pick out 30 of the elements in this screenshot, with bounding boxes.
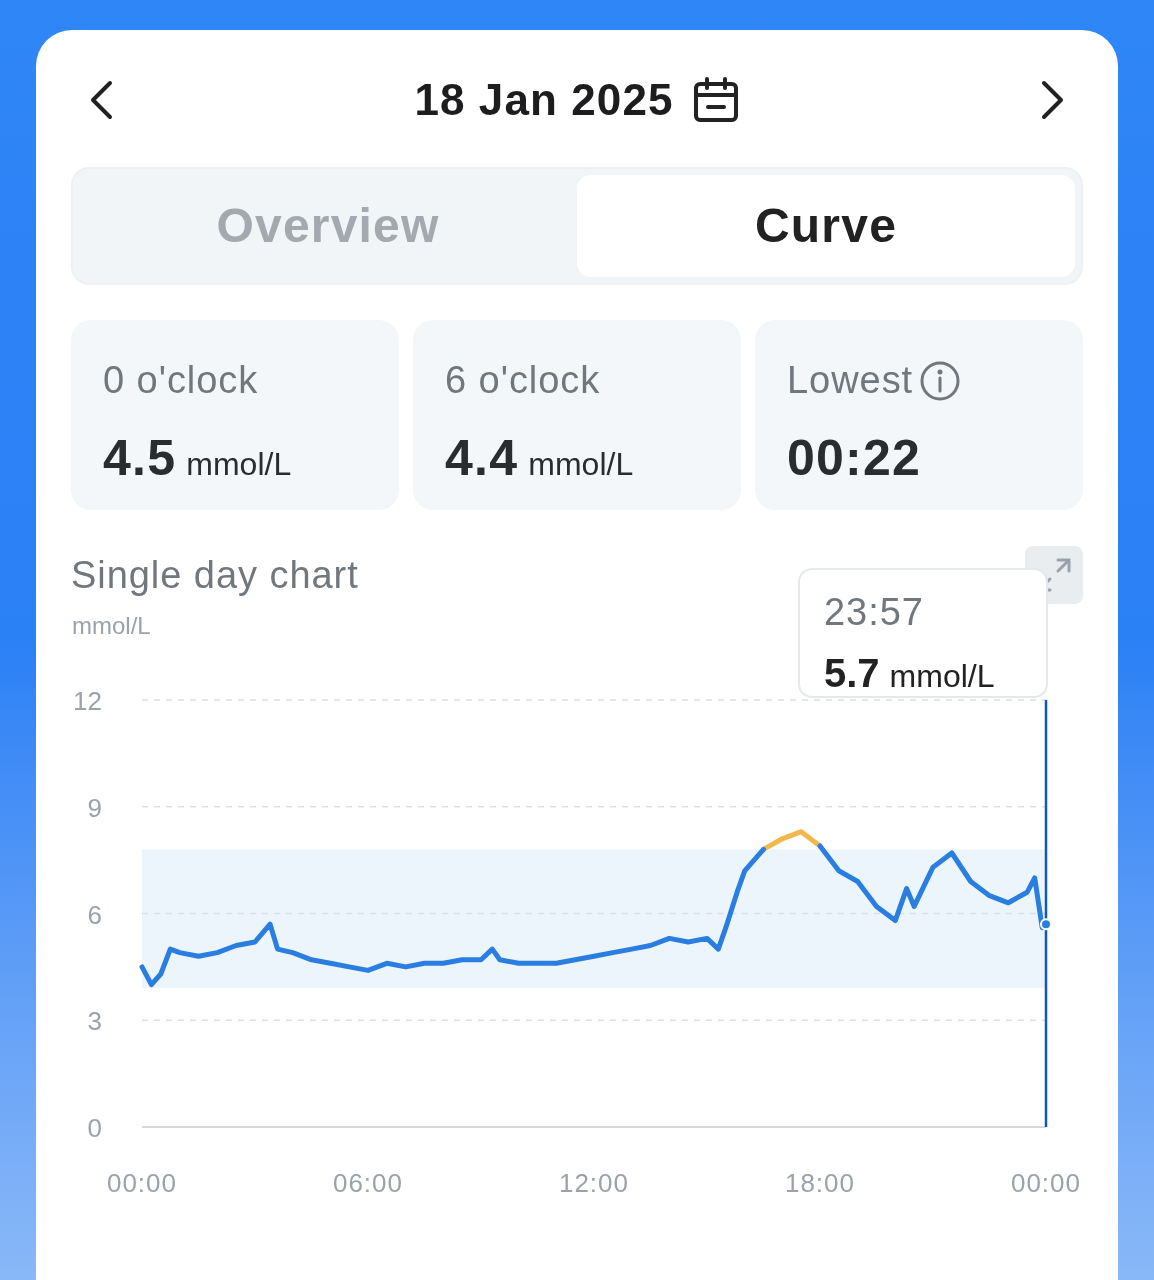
stat-unit: mmol/L [528,445,634,484]
stat-unit: mmol/L [186,445,292,484]
y-axis-unit: mmol/L [72,612,151,639]
info-icon[interactable] [919,359,962,402]
calendar-icon[interactable] [691,75,740,124]
y-tick-label: 9 [87,792,102,823]
stat-value: 4.5 [103,429,177,488]
date-label: 18 Jan 2025 [414,73,674,126]
tooltip-unit: mmol/L [889,657,995,696]
y-tick-label: 6 [87,899,102,930]
x-tick-label: 12:00 [558,1168,630,1198]
cursor-point [1040,918,1052,931]
chevron-left-icon [88,79,114,120]
stat-value: 4.4 [445,429,519,488]
chevron-right-icon [1040,79,1066,120]
tab[interactable]: Curve [577,175,1075,277]
stat-label: 0 o'clock [103,358,259,403]
tooltip-value: 5.7 [824,650,880,697]
x-tick-label: 00:00 [1010,1168,1082,1198]
x-tick-label: 06:00 [332,1168,404,1198]
x-tick-label: 00:00 [106,1168,178,1198]
stat-label: Lowest [787,358,914,403]
stat-label: 6 o'clock [445,358,601,403]
y-tick-label: 12 [73,686,102,716]
y-tick-label: 3 [87,1006,102,1037]
tooltip-time: 23:57 [824,590,925,635]
x-tick-label: 18:00 [784,1168,856,1198]
y-tick-label: 0 [87,1113,102,1143]
chart-title: Single day chart [71,552,359,598]
stat-value: 00:22 [787,429,922,488]
